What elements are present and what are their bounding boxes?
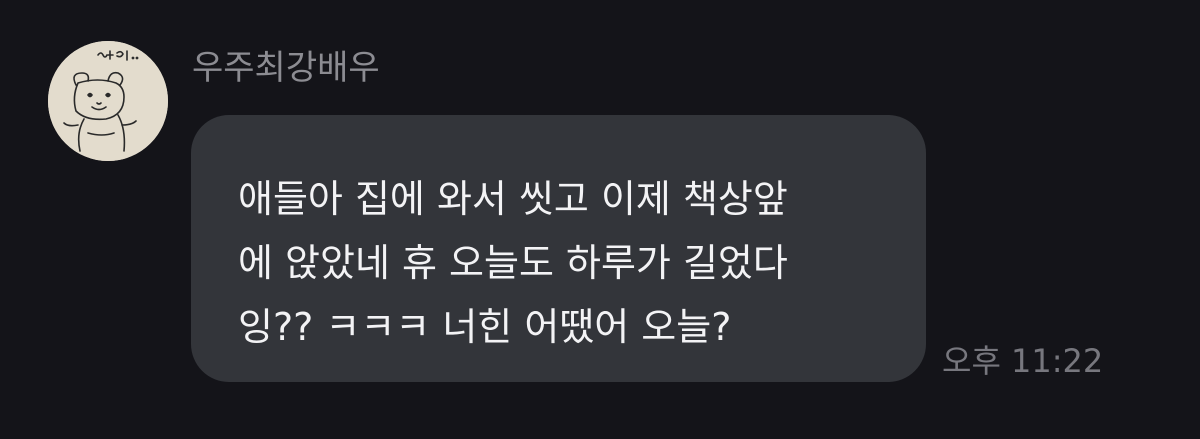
message-timestamp: 오후 11:22 xyxy=(942,342,1104,380)
message-line: 애들아 집에 와서 씻고 이제 책상앞 xyxy=(238,177,788,221)
message-line: 잉?? ㅋㅋㅋ 너힌 어땠어 오늘? xyxy=(238,305,732,349)
bear-doodle-avatar-icon xyxy=(48,41,168,161)
sender-name[interactable]: 우주최강배우 xyxy=(192,44,380,92)
message-line: 에 앉았네 휴 오늘도 하루가 길었다 xyxy=(238,241,788,285)
message-bubble[interactable]: 애들아 집에 와서 씻고 이제 책상앞 에 앉았네 휴 오늘도 하루가 길었다 … xyxy=(191,115,926,382)
avatar[interactable] xyxy=(48,41,168,161)
